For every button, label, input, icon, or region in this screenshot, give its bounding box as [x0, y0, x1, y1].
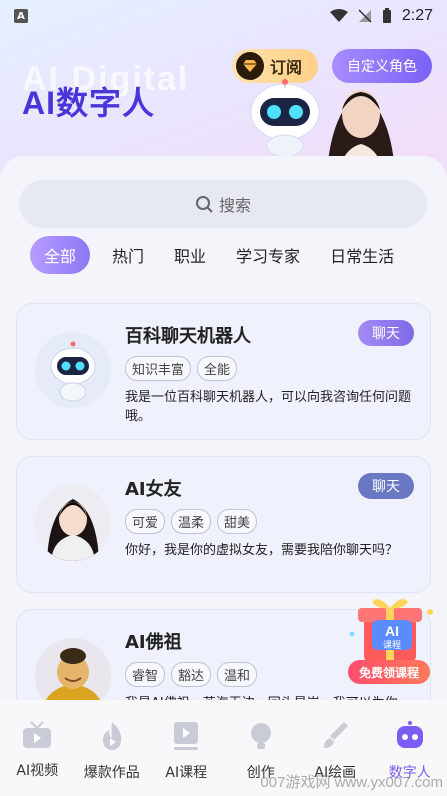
signal-off-icon — [358, 9, 372, 23]
page-title: AI数字人 — [22, 85, 156, 121]
app-notification-icon: A — [14, 9, 28, 23]
tab-study-expert[interactable]: 学习专家 — [236, 236, 300, 274]
flame-icon — [102, 722, 122, 750]
tag: 知识丰富 — [125, 356, 192, 381]
subscribe-label: 订阅 — [270, 58, 303, 77]
search-input[interactable]: 搜索 — [19, 180, 427, 228]
free-course-button[interactable]: 免费领课程 — [348, 660, 430, 684]
promo-badge-sub: 课程 — [383, 640, 401, 651]
site-watermark: 007游戏网 www.yx007.com — [260, 774, 443, 791]
category-tabs: 全部 热门 职业 学习专家 日常生活 — [30, 236, 424, 274]
lightbulb-icon — [250, 723, 271, 749]
tag-list: 睿智 豁达 温和 — [125, 662, 258, 687]
nav-ai-video[interactable]: AI视频 — [0, 700, 75, 796]
chat-button[interactable]: 聊天 — [358, 473, 414, 499]
robot-icon — [396, 721, 423, 748]
tag: 甜美 — [217, 509, 258, 534]
tab-daily-life[interactable]: 日常生活 — [330, 236, 394, 274]
promo-badge-text: AI — [385, 623, 399, 639]
search-icon — [195, 196, 213, 213]
list-item[interactable]: 百科聊天机器人 聊天 知识丰富 全能 我是一位百科聊天机器人，可以向我咨询任何问… — [16, 303, 431, 440]
chat-button[interactable]: 聊天 — [358, 320, 414, 346]
tag: 可爱 — [125, 509, 166, 534]
card-description: 我是一位百科聊天机器人，可以向我咨询任何问题哦。 — [125, 390, 412, 424]
card-title: AI女友 — [125, 479, 182, 500]
tag: 睿智 — [125, 662, 166, 687]
diamond-icon — [236, 52, 264, 80]
girlfriend-avatar — [35, 485, 111, 561]
tag: 全能 — [197, 356, 238, 381]
status-bar: A 2:27 — [0, 0, 447, 32]
tag-list: 知识丰富 全能 — [125, 356, 238, 381]
card-title: AI佛祖 — [125, 632, 182, 653]
robot-avatar — [35, 332, 111, 408]
brush-icon — [324, 722, 349, 748]
nav-label: AI视频 — [16, 763, 59, 779]
nav-label: AI课程 — [165, 765, 208, 781]
nav-ai-course[interactable]: AI课程 — [149, 700, 224, 796]
battery-icon — [382, 8, 391, 23]
nav-hot-works[interactable]: 爆款作品 — [75, 700, 150, 796]
card-description: 你好，我是你的虚拟女友，需要我陪你聊天吗？ — [125, 543, 399, 558]
nav-label: 爆款作品 — [83, 765, 140, 781]
search-placeholder: 搜索 — [218, 196, 251, 215]
wifi-icon — [329, 9, 348, 22]
status-time: 2:27 — [401, 7, 433, 24]
tag: 豁达 — [171, 662, 212, 687]
tab-career[interactable]: 职业 — [174, 236, 206, 274]
list-item[interactable]: AI女友 聊天 可爱 温柔 甜美 你好，我是你的虚拟女友，需要我陪你聊天吗？ — [16, 456, 431, 593]
tab-hot[interactable]: 热门 — [112, 236, 144, 274]
tag: 温柔 — [171, 509, 212, 534]
tag: 温和 — [217, 662, 258, 687]
play-board-icon — [174, 722, 199, 750]
tab-all[interactable]: 全部 — [30, 236, 91, 274]
card-title: 百科聊天机器人 — [125, 326, 251, 347]
tv-icon — [23, 721, 52, 748]
tag-list: 可爱 温柔 甜美 — [125, 509, 258, 534]
